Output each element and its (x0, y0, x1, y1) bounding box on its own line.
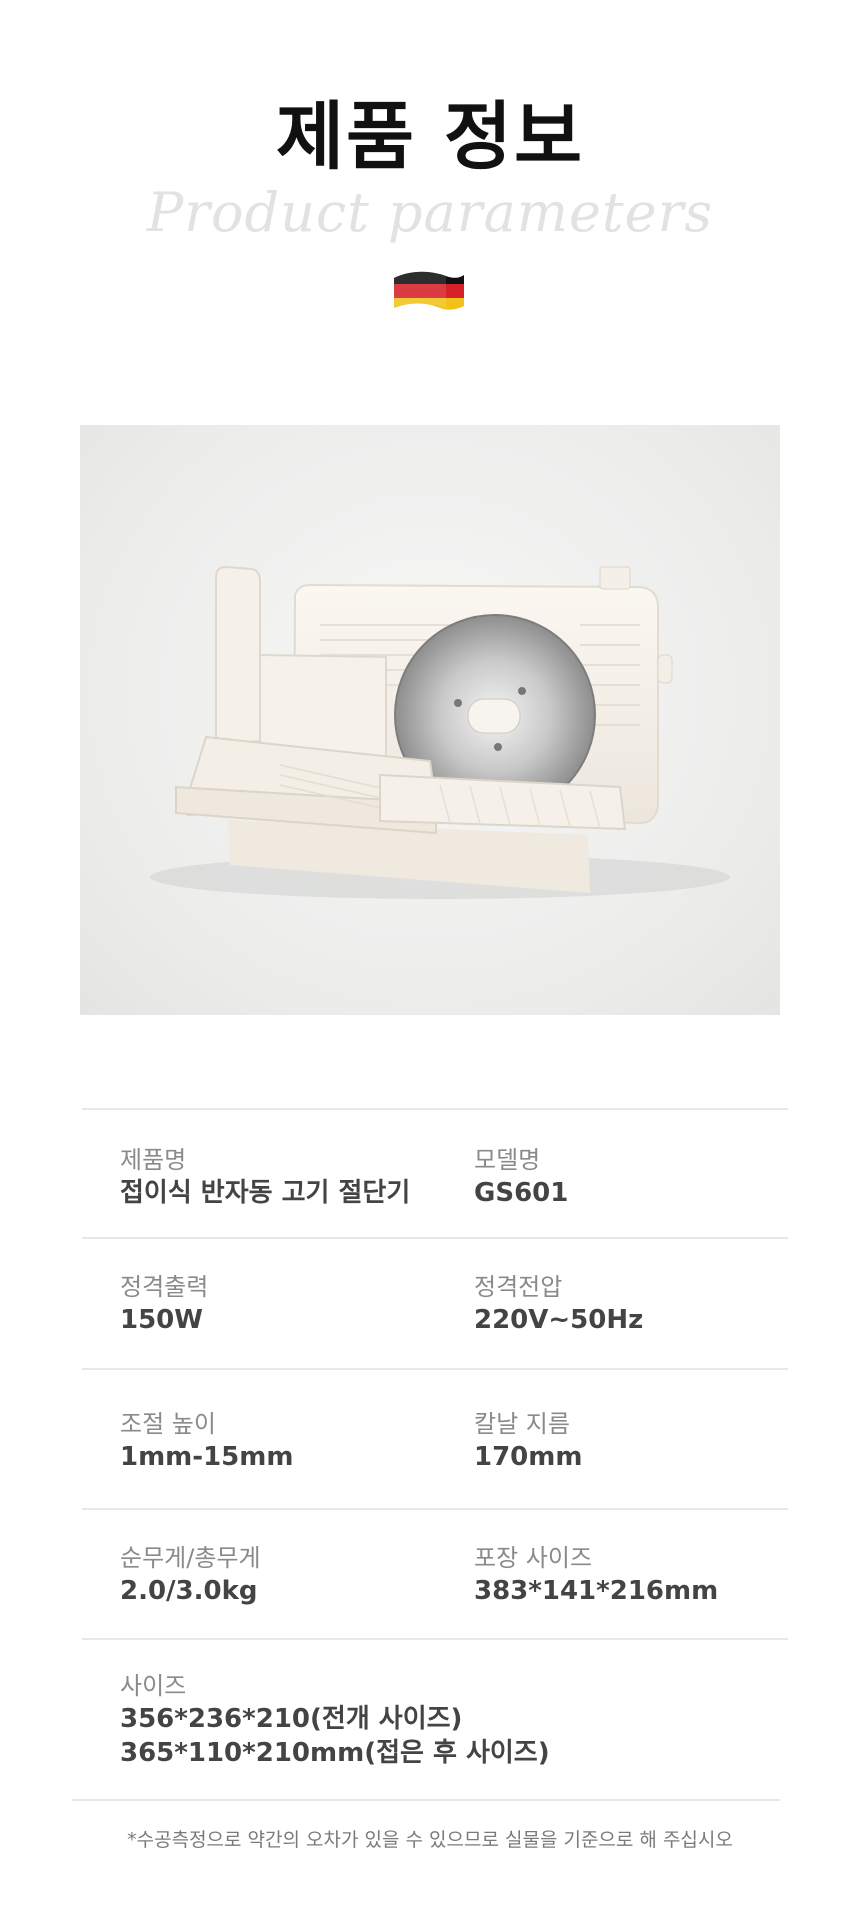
spec-row: 제품명 접이식 반자동 고기 절단기 모델명 GS601 (82, 1108, 788, 1237)
spec-value-size-folded: 365*110*210mm(접은 후 사이즈) (120, 1738, 550, 1768)
spec-value-adjust-height: 1mm-15mm (120, 1442, 294, 1472)
spec-label-weight: 순무게/총무게 (120, 1544, 261, 1572)
page-title: 제품 정보 (275, 94, 585, 180)
spec-value-blade-diameter: 170mm (474, 1442, 583, 1472)
spec-row: 순무게/총무게 2.0/3.0kg 포장 사이즈 383*141*216mm (82, 1508, 788, 1638)
spec-label-blade-diameter: 칼날 지름 (474, 1410, 570, 1438)
spec-label-rated-voltage: 정격전압 (474, 1273, 563, 1301)
divider (72, 1799, 780, 1801)
page-subtitle: Product parameters (146, 181, 714, 244)
product-photo (80, 425, 780, 1015)
germany-flag-icon (394, 271, 464, 310)
measurement-footnote: *수공측정으로 약간의 오차가 있을 수 있으므로 실물을 기준으로 해 주십시… (127, 1829, 733, 1851)
spec-value-product-name: 접이식 반자동 고기 절단기 (120, 1178, 411, 1208)
spec-value-package-size: 383*141*216mm (474, 1576, 719, 1606)
spec-value-rated-power: 150W (120, 1305, 203, 1335)
spec-label-adjust-height: 조절 높이 (120, 1410, 216, 1438)
spec-table: 제품명 접이식 반자동 고기 절단기 모델명 GS601 정격출력 150W 정… (82, 1108, 788, 1800)
spec-row: 정격출력 150W 정격전압 220V~50Hz (82, 1237, 788, 1368)
spec-label-size: 사이즈 (120, 1672, 187, 1700)
spec-row: 사이즈 356*236*210(전개 사이즈) 365*110*210mm(접은… (82, 1638, 788, 1800)
spec-value-weight: 2.0/3.0kg (120, 1576, 258, 1606)
spec-value-rated-voltage: 220V~50Hz (474, 1305, 644, 1335)
spec-value-size-unfolded: 356*236*210(전개 사이즈) (120, 1704, 463, 1734)
spec-row: 조절 높이 1mm-15mm 칼날 지름 170mm (82, 1368, 788, 1508)
meat-slicer-image (150, 565, 730, 899)
spec-label-product-name: 제품명 (120, 1146, 187, 1174)
spec-label-package-size: 포장 사이즈 (474, 1544, 593, 1572)
spec-label-rated-power: 정격출력 (120, 1273, 209, 1301)
spec-value-model: GS601 (474, 1178, 569, 1208)
spec-label-model: 모델명 (474, 1146, 541, 1174)
